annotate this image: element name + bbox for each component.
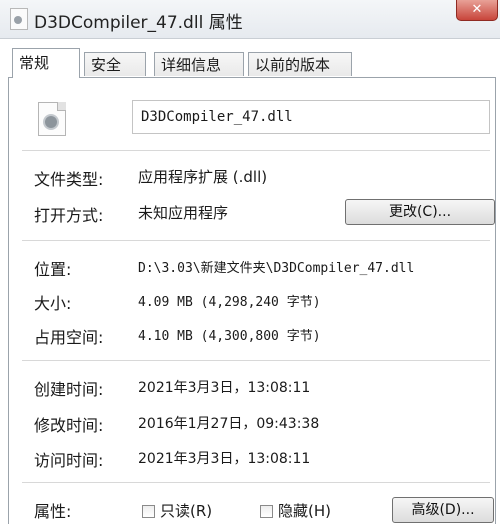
- dll-file-icon: [10, 8, 28, 30]
- size-value: 4.09 MB (4,298,240 字节): [138, 295, 321, 310]
- hidden-checkbox[interactable]: [260, 505, 273, 518]
- change-button[interactable]: 更改(C)...: [345, 199, 495, 225]
- modified-value: 2016年1月27日，09:43:38: [138, 416, 320, 432]
- modified-label: 修改时间:: [34, 416, 104, 435]
- window-title: D3DCompiler_47.dll 属性: [34, 13, 243, 33]
- tab-previous-versions[interactable]: 以前的版本: [248, 52, 352, 76]
- created-value: 2021年3月3日，13:08:11: [138, 380, 311, 396]
- readonly-checkbox[interactable]: [142, 505, 155, 518]
- attributes-label: 属性:: [34, 502, 72, 521]
- size-label: 大小:: [34, 294, 72, 313]
- opens-with-value: 未知应用程序: [138, 204, 229, 222]
- tab-details[interactable]: 详细信息: [154, 52, 244, 76]
- tab-strip: 常规 安全 详细信息 以前的版本: [12, 48, 492, 78]
- tab-security[interactable]: 安全: [84, 52, 146, 76]
- title-bar: D3DCompiler_47.dll 属性 ✕: [0, 0, 500, 39]
- created-label: 创建时间:: [34, 380, 104, 399]
- advanced-button[interactable]: 高级(D)...: [392, 497, 494, 523]
- tab-general[interactable]: 常规: [12, 48, 80, 78]
- size-on-disk-value: 4.10 MB (4,300,800 字节): [138, 329, 321, 344]
- close-button[interactable]: ✕: [456, 0, 498, 21]
- size-on-disk-label: 占用空间:: [34, 328, 104, 347]
- accessed-label: 访问时间:: [34, 451, 104, 470]
- hidden-label[interactable]: 隐藏(H): [278, 500, 331, 521]
- divider: [22, 482, 490, 483]
- dll-file-icon: [38, 102, 66, 136]
- accessed-value: 2021年3月3日，13:08:11: [138, 451, 311, 467]
- file-type-label: 文件类型:: [34, 170, 104, 189]
- file-type-value: 应用程序扩展 (.dll): [138, 168, 268, 186]
- location-label: 位置:: [34, 260, 72, 279]
- readonly-label[interactable]: 只读(R): [160, 500, 212, 521]
- opens-with-label: 打开方式:: [34, 206, 104, 225]
- divider: [22, 360, 490, 361]
- file-name-input[interactable]: D3DCompiler_47.dll: [132, 100, 490, 134]
- divider: [22, 150, 490, 151]
- location-value: D:\3.03\新建文件夹\D3DCompiler_47.dll: [138, 261, 415, 276]
- divider: [22, 240, 490, 241]
